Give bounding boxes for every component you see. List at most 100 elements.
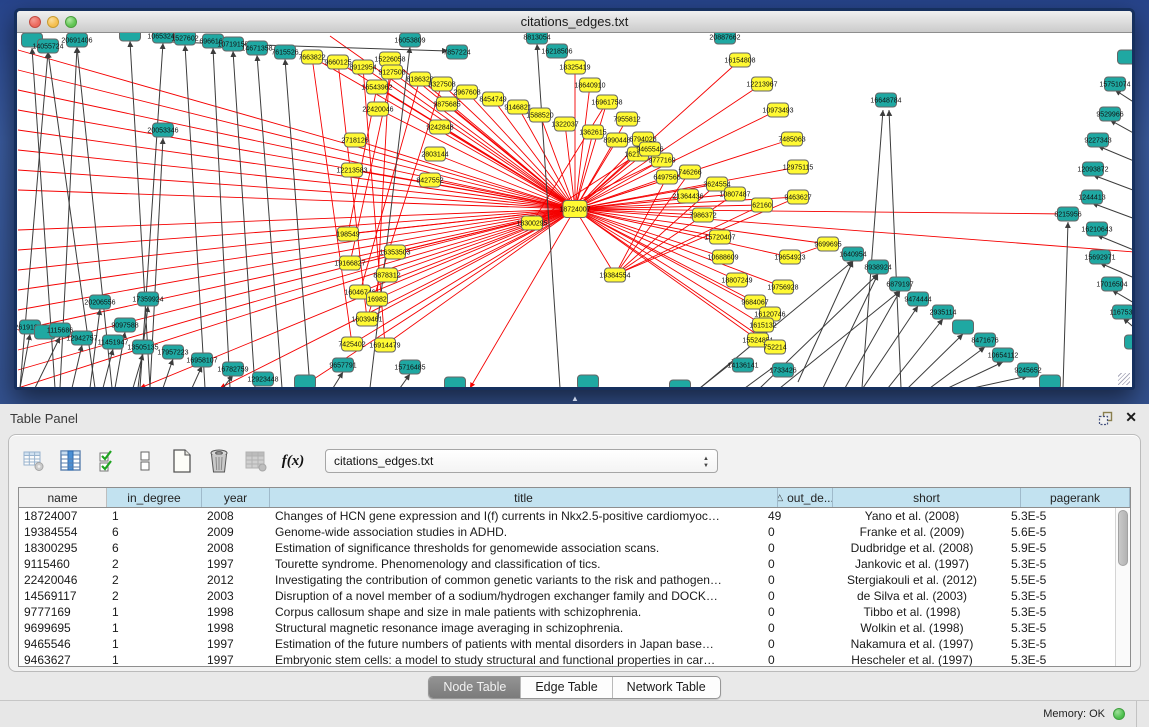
cell-short[interactable]: Tibbo et al. (1998): [818, 604, 1006, 620]
table-row[interactable]: 977716911998Corpus callosum shape and si…: [19, 604, 1115, 620]
graph-edge[interactable]: [1110, 120, 1132, 140]
graph-node[interactable]: [295, 375, 316, 387]
new-table-icon[interactable]: [169, 448, 195, 474]
graph-edge[interactable]: [20, 334, 30, 387]
cell-in_degree[interactable]: 6: [107, 540, 202, 556]
graph-node[interactable]: [953, 320, 974, 334]
cell-year[interactable]: 2008: [202, 540, 270, 556]
column-header-name[interactable]: name: [19, 488, 107, 507]
graph-edge[interactable]: [575, 209, 790, 257]
float-window-icon[interactable]: [1098, 411, 1113, 426]
table-row[interactable]: 1830029562008Estimation of significance …: [19, 540, 1115, 556]
graph-edge[interactable]: [18, 130, 575, 209]
network-graph-canvas[interactable]: 1405572420691406106532471527602696616010…: [17, 33, 1132, 387]
graph-edge[interactable]: [285, 59, 310, 387]
cell-year[interactable]: 1998: [202, 604, 270, 620]
graph-edge[interactable]: [575, 209, 770, 314]
cell-in_degree[interactable]: 1: [107, 652, 202, 667]
table-row[interactable]: 911546021997Tourette syndrome. Phenomeno…: [19, 556, 1115, 572]
cell-out_de[interactable]: 0: [763, 636, 818, 652]
cell-short[interactable]: Jankovic et al. (1997): [818, 556, 1006, 572]
graph-edge[interactable]: [908, 334, 963, 387]
cell-pagerank[interactable]: 5.3E-5: [1006, 556, 1115, 572]
cell-short[interactable]: Stergiakouli et al. (2012): [818, 572, 1006, 588]
cell-short[interactable]: Wolkin et al. (1998): [818, 620, 1006, 636]
cell-name[interactable]: 9699695: [19, 620, 107, 636]
graph-edge[interactable]: [72, 345, 82, 387]
cell-name[interactable]: 14569117: [19, 588, 107, 604]
scrollbar-thumb[interactable]: [1118, 510, 1128, 566]
cell-title[interactable]: Estimation of significance thresholds fo…: [270, 540, 763, 556]
memory-status-indicator[interactable]: [1113, 708, 1125, 720]
cell-pagerank[interactable]: 5.3E-5: [1006, 652, 1115, 667]
graph-edge[interactable]: [140, 43, 163, 387]
tab-node-table[interactable]: Node Table: [429, 677, 521, 698]
cell-in_degree[interactable]: 1: [107, 620, 202, 636]
cell-pagerank[interactable]: 5.3E-5: [1006, 588, 1115, 604]
cell-out_de[interactable]: 0: [763, 620, 818, 636]
cell-short[interactable]: Yano et al. (2008): [818, 508, 1006, 524]
graph-edge[interactable]: [192, 366, 202, 387]
graph-edge[interactable]: [888, 319, 943, 387]
cell-name[interactable]: 19384554: [19, 524, 107, 540]
column-header-pagerank[interactable]: pagerank: [1021, 488, 1130, 507]
cell-name[interactable]: 22420046: [19, 572, 107, 588]
cell-short[interactable]: Dudbridge et al. (2008): [818, 540, 1006, 556]
network-window-titlebar[interactable]: citations_edges.txt: [17, 11, 1132, 33]
cell-pagerank[interactable]: 5.3E-5: [1006, 620, 1115, 636]
graph-edge[interactable]: [780, 291, 900, 387]
cell-title[interactable]: Estimation of the future numbers of pati…: [270, 636, 763, 652]
graph-edge[interactable]: [370, 47, 410, 387]
table-row[interactable]: 946362711997Embryonic stem cells: a mode…: [19, 652, 1115, 667]
cell-in_degree[interactable]: 1: [107, 508, 202, 524]
graph-edge[interactable]: [930, 347, 985, 387]
graph-node[interactable]: [670, 380, 691, 387]
graph-edge[interactable]: [889, 110, 901, 387]
cell-short[interactable]: Hescheler et al. (1997): [818, 652, 1006, 667]
cell-in_degree[interactable]: 2: [107, 556, 202, 572]
graph-node[interactable]: [1118, 50, 1133, 64]
cell-pagerank[interactable]: 5.6E-5: [1006, 524, 1115, 540]
cell-year[interactable]: 1997: [202, 556, 270, 572]
tab-network-table[interactable]: Network Table: [613, 677, 720, 698]
cell-year[interactable]: 1997: [202, 636, 270, 652]
graph-edge[interactable]: [213, 48, 230, 387]
column-header-year[interactable]: year: [202, 488, 270, 507]
graph-edge[interactable]: [163, 359, 173, 387]
graph-edge[interactable]: [400, 374, 410, 387]
cell-title[interactable]: Structural magnetic resonance image aver…: [270, 620, 763, 636]
cell-title[interactable]: Genome-wide association studies in ADHD.: [270, 524, 763, 540]
cell-year[interactable]: 2009: [202, 524, 270, 540]
table-row[interactable]: 946554611997Estimation of the future num…: [19, 636, 1115, 652]
cell-out_de[interactable]: 0: [763, 540, 818, 556]
cell-pagerank[interactable]: 5.3E-5: [1006, 508, 1115, 524]
graph-edge[interactable]: [223, 375, 233, 387]
table-row[interactable]: 2242004622012Investigating the contribut…: [19, 572, 1115, 588]
graph-edge[interactable]: [18, 150, 575, 209]
graph-edge[interactable]: [18, 209, 575, 350]
graph-edge[interactable]: [185, 45, 205, 387]
table-settings-icon[interactable]: [21, 448, 47, 474]
graph-edge[interactable]: [90, 309, 100, 387]
cell-name[interactable]: 18300295: [19, 540, 107, 556]
cell-out_de[interactable]: 0: [763, 556, 818, 572]
delete-table-icon[interactable]: [206, 448, 232, 474]
graph-edge[interactable]: [367, 84, 442, 319]
graph-edge[interactable]: [798, 261, 853, 382]
column-header-in_degree[interactable]: in_degree: [107, 488, 202, 507]
panel-splitter-handle[interactable]: ▲: [568, 395, 582, 403]
cell-title[interactable]: Embryonic stem cells: a model to study s…: [270, 652, 763, 667]
table-row[interactable]: 1456911722003Disruption of a novel membe…: [19, 588, 1115, 604]
graph-edge[interactable]: [863, 306, 918, 387]
graph-edge[interactable]: [615, 177, 667, 275]
cell-in_degree[interactable]: 1: [107, 604, 202, 620]
cell-in_degree[interactable]: 2: [107, 572, 202, 588]
cell-pagerank[interactable]: 5.5E-5: [1006, 572, 1115, 588]
unselect-all-icon[interactable]: [132, 448, 158, 474]
table-row[interactable]: 969969511998Structural magnetic resonanc…: [19, 620, 1115, 636]
graph-node[interactable]: [578, 375, 599, 387]
table-row[interactable]: 1872400712008Changes of HCN gene express…: [19, 508, 1115, 524]
network-view-window[interactable]: citations_edges.txt 14055724206914061065…: [14, 8, 1135, 390]
cell-out_de[interactable]: 0: [763, 572, 818, 588]
graph-node[interactable]: [1040, 375, 1061, 387]
